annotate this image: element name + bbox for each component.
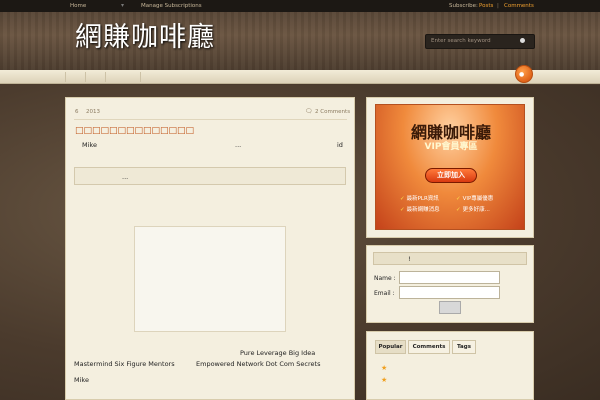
- notice-text: ...: [122, 173, 129, 181]
- post-line-1: Pure Leverage Big Idea: [240, 349, 316, 357]
- post-author: Mike: [82, 141, 97, 149]
- email-label: Email :: [374, 290, 395, 297]
- rss-icon[interactable]: [515, 65, 533, 83]
- vip-join-button[interactable]: 立即加入: [425, 168, 477, 183]
- post-notice-box: [74, 167, 346, 185]
- post-line-3: Mike: [74, 376, 89, 384]
- tab-comments[interactable]: Comments: [408, 340, 450, 354]
- register-widget-heading: !: [408, 255, 411, 263]
- check-icon: ✓: [400, 207, 405, 213]
- email-field[interactable]: [399, 286, 500, 299]
- post-image-placeholder: [134, 226, 286, 332]
- subscribe-comments-link[interactable]: Comments: [504, 0, 534, 12]
- post-date-year: 2013: [86, 109, 100, 115]
- meta-divider: [74, 119, 347, 120]
- nav-divider: [65, 72, 66, 82]
- vip-feature: ✓ 最新網賺消息: [400, 207, 440, 213]
- check-icon: ✓: [456, 196, 461, 202]
- vip-banner[interactable]: 網賺咖啡廳 VIP會員專區 立即加入 ✓ 最新PLR資訊 ✓ VIP專屬優惠 ✓ 最新…: [375, 104, 525, 230]
- comment-bubble-icon: 🗨: [305, 108, 313, 115]
- top-link-home[interactable]: Home: [70, 0, 86, 12]
- name-field[interactable]: [399, 271, 500, 284]
- post-date-day: 6: [75, 109, 79, 115]
- post-title[interactable]: □□□□□□□□□□□□□□: [75, 126, 194, 136]
- star-icon: ★: [381, 364, 388, 372]
- post-comments-link[interactable]: 2 Comments: [315, 109, 350, 115]
- subscribe-separator: |: [497, 3, 499, 9]
- star-icon: ★: [381, 376, 388, 384]
- top-bar: Home Manage Subscriptions Subscribe: Pos…: [0, 0, 600, 12]
- nav-divider: [105, 72, 106, 82]
- register-submit-button[interactable]: [439, 301, 461, 314]
- tab-popular[interactable]: Popular: [375, 340, 406, 354]
- check-icon: ✓: [400, 196, 405, 202]
- nav-divider: [140, 72, 141, 82]
- vip-feature: ✓ 更多好康...: [456, 207, 490, 213]
- name-label: Name :: [374, 275, 396, 282]
- vip-feature: ✓ 最新PLR資訊: [400, 196, 439, 202]
- nav-divider: [85, 72, 86, 82]
- tab-tags[interactable]: Tags: [452, 340, 476, 354]
- subscribe-label: Subscribe:: [449, 3, 478, 9]
- post-text-id: id: [337, 141, 343, 149]
- post-text-ellipsis: ...: [235, 141, 242, 149]
- post-line-2a: Mastermind Six Figure Mentors: [74, 360, 175, 368]
- nav-dropdown-arrow-icon[interactable]: ▾: [121, 2, 124, 9]
- search-icon[interactable]: [520, 38, 525, 43]
- vip-banner-subtitle: VIP會員專區: [424, 142, 478, 152]
- main-nav: [0, 70, 600, 84]
- post-line-2b: Empowered Network Dot Com Secrets: [196, 360, 321, 368]
- top-link-manage-subscriptions[interactable]: Manage Subscriptions: [141, 0, 202, 12]
- subscribe-posts-link[interactable]: Posts: [479, 0, 493, 12]
- vip-feature: ✓ VIP專屬優惠: [456, 196, 494, 202]
- register-widget-heading-bar: [373, 252, 527, 265]
- check-icon: ✓: [456, 207, 461, 213]
- search-input[interactable]: Enter search keyword: [425, 34, 535, 49]
- site-logo[interactable]: 網賺咖啡廳: [75, 15, 215, 54]
